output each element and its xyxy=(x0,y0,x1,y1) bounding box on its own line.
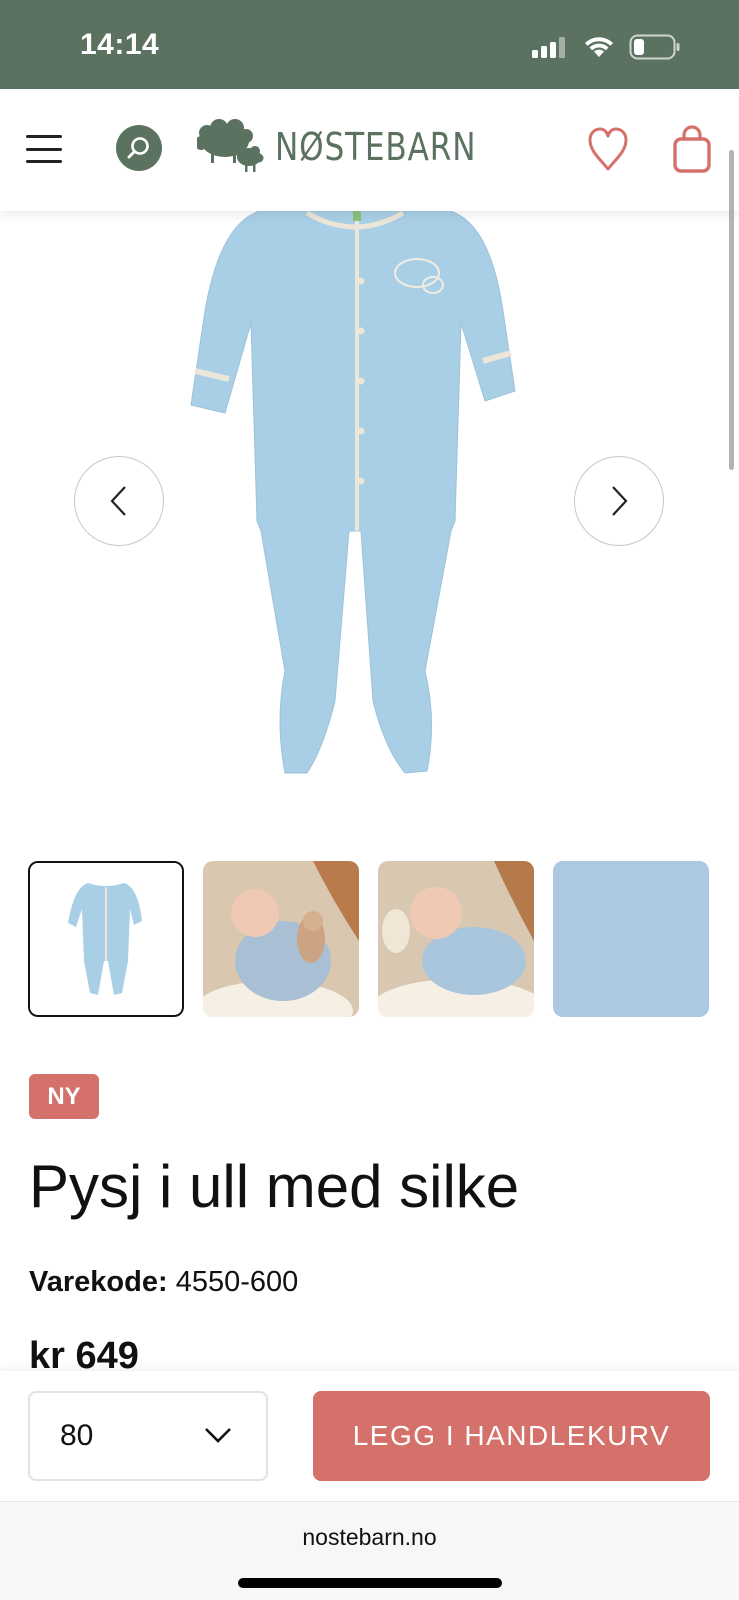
shopping-bag-icon xyxy=(673,125,711,173)
size-select[interactable]: 80 xyxy=(28,1391,268,1481)
product-sku: Varekode: 4550-600 xyxy=(29,1266,298,1299)
heart-icon xyxy=(588,127,628,171)
status-bar: 14:14 xyxy=(0,0,739,89)
home-indicator[interactable] xyxy=(238,1578,502,1588)
size-select-value: 80 xyxy=(60,1419,94,1452)
page-scrollbar[interactable] xyxy=(729,150,734,470)
product-gallery xyxy=(0,211,739,811)
chevron-down-icon xyxy=(205,1428,231,1443)
new-badge: NY xyxy=(29,1074,99,1119)
chevron-right-icon xyxy=(612,486,628,516)
thumbnail-image xyxy=(553,861,709,1017)
thumbnail-baby-lying[interactable] xyxy=(378,861,534,1017)
signal-icon xyxy=(532,37,565,58)
logo-text: NØSTEBARN xyxy=(275,125,477,169)
gallery-prev-button[interactable] xyxy=(74,456,164,546)
search-button[interactable] xyxy=(116,125,162,171)
url-text: nostebarn.no xyxy=(302,1524,437,1550)
browser-url-bar[interactable]: nostebarn.no xyxy=(0,1501,739,1600)
search-icon xyxy=(127,137,149,159)
thumbnail-image xyxy=(30,863,181,1014)
hamburger-menu-icon[interactable] xyxy=(26,135,62,163)
battery-icon xyxy=(629,34,680,60)
sku-value: 4550-600 xyxy=(175,1266,299,1298)
thumbnail-romper-front[interactable] xyxy=(28,861,184,1017)
cart-button[interactable] xyxy=(672,125,712,175)
chevron-left-icon xyxy=(110,486,126,516)
wishlist-button[interactable] xyxy=(586,125,630,173)
thumbnail-baby-with-bunny[interactable] xyxy=(203,861,359,1017)
gallery-next-button[interactable] xyxy=(574,456,664,546)
status-icons xyxy=(531,34,681,60)
add-to-cart-button[interactable]: LEGG I HANDLEKURV xyxy=(313,1391,710,1481)
sku-label: Varekode: xyxy=(29,1266,168,1298)
thumbnail-image xyxy=(378,861,534,1017)
thumbnail-fabric-closeup[interactable] xyxy=(553,861,709,1017)
site-logo[interactable]: NØSTEBARN xyxy=(197,119,521,175)
sticky-buy-bar: 80 LEGG I HANDLEKURV xyxy=(0,1371,739,1501)
status-time: 14:14 xyxy=(80,28,160,61)
site-header: NØSTEBARN xyxy=(0,89,739,211)
thumbnail-image xyxy=(203,861,359,1017)
product-image xyxy=(190,211,516,774)
wifi-icon xyxy=(585,37,613,57)
thumbnail-strip xyxy=(28,861,709,1017)
product-title: Pysj i ull med silke xyxy=(29,1153,520,1220)
sheep-logo-icon xyxy=(197,119,264,172)
